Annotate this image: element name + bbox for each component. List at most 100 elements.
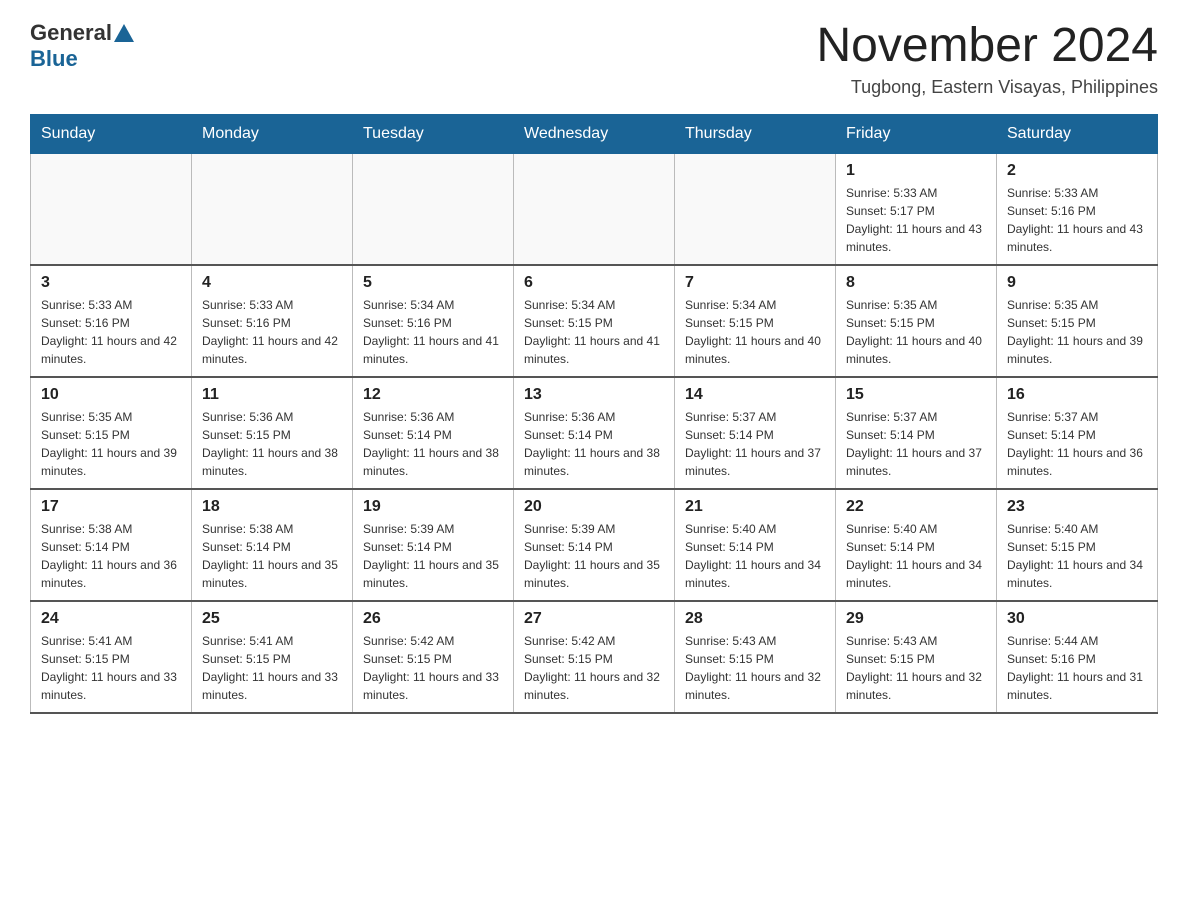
calendar-header-row: SundayMondayTuesdayWednesdayThursdayFrid…	[31, 114, 1158, 153]
page-header: General Blue November 2024 Tugbong, East…	[30, 20, 1158, 98]
calendar-cell: 28 Sunrise: 5:43 AMSunset: 5:15 PMDayligh…	[675, 601, 836, 713]
day-info: Sunrise: 5:33 AMSunset: 5:17 PMDaylight:…	[846, 184, 986, 256]
header-friday: Friday	[836, 114, 997, 153]
day-info: Sunrise: 5:37 AMSunset: 5:14 PMDaylight:…	[685, 408, 825, 480]
calendar-cell: 29 Sunrise: 5:43 AMSunset: 5:15 PMDayligh…	[836, 601, 997, 713]
day-number: 15	[846, 386, 986, 404]
calendar-cell: 15 Sunrise: 5:37 AMSunset: 5:14 PMDayligh…	[836, 377, 997, 489]
calendar-cell	[353, 153, 514, 265]
calendar-cell: 8 Sunrise: 5:35 AMSunset: 5:15 PMDaylight…	[836, 265, 997, 377]
day-number: 16	[1007, 386, 1147, 404]
calendar-cell: 13 Sunrise: 5:36 AMSunset: 5:14 PMDayligh…	[514, 377, 675, 489]
day-number: 21	[685, 498, 825, 516]
day-info: Sunrise: 5:37 AMSunset: 5:14 PMDaylight:…	[1007, 408, 1147, 480]
calendar-cell: 20Sunrise: 5:39 AMSunset: 5:14 PMDayligh…	[514, 489, 675, 601]
title-block: November 2024 Tugbong, Eastern Visayas, …	[816, 20, 1158, 98]
day-info: Sunrise: 5:38 AMSunset: 5:14 PMDaylight:…	[202, 520, 342, 592]
calendar-header: SundayMondayTuesdayWednesdayThursdayFrid…	[31, 114, 1158, 153]
calendar-cell: 30 Sunrise: 5:44 AMSunset: 5:16 PMDayligh…	[997, 601, 1158, 713]
day-number: 23	[1007, 498, 1147, 516]
calendar-cell: 21Sunrise: 5:40 AMSunset: 5:14 PMDayligh…	[675, 489, 836, 601]
day-number: 22	[846, 498, 986, 516]
day-info: Sunrise: 5:42 AMSunset: 5:15 PMDaylight:…	[524, 632, 664, 704]
calendar-cell: 4Sunrise: 5:33 AMSunset: 5:16 PMDaylight…	[192, 265, 353, 377]
day-info: Sunrise: 5:35 AMSunset: 5:15 PMDaylight:…	[1007, 296, 1147, 368]
logo-triangle-icon	[114, 24, 134, 42]
calendar-cell: 7 Sunrise: 5:34 AMSunset: 5:15 PMDaylight…	[675, 265, 836, 377]
calendar-cell: 1 Sunrise: 5:33 AMSunset: 5:17 PMDaylight…	[836, 153, 997, 265]
calendar-cell: 12 Sunrise: 5:36 AMSunset: 5:14 PMDayligh…	[353, 377, 514, 489]
day-info: Sunrise: 5:38 AMSunset: 5:14 PMDaylight:…	[41, 520, 181, 592]
calendar-week-3: 10 Sunrise: 5:35 AMSunset: 5:15 PMDayligh…	[31, 377, 1158, 489]
day-number: 12	[363, 386, 503, 404]
day-number: 5	[363, 274, 503, 292]
day-info: Sunrise: 5:43 AMSunset: 5:15 PMDaylight:…	[846, 632, 986, 704]
day-info: Sunrise: 5:35 AMSunset: 5:15 PMDaylight:…	[846, 296, 986, 368]
calendar-cell: 2 Sunrise: 5:33 AMSunset: 5:16 PMDaylight…	[997, 153, 1158, 265]
calendar-cell: 18 Sunrise: 5:38 AMSunset: 5:14 PMDayligh…	[192, 489, 353, 601]
header-thursday: Thursday	[675, 114, 836, 153]
day-info: Sunrise: 5:36 AMSunset: 5:14 PMDaylight:…	[524, 408, 664, 480]
header-sunday: Sunday	[31, 114, 192, 153]
day-number: 1	[846, 162, 986, 180]
calendar-cell	[514, 153, 675, 265]
day-info: Sunrise: 5:43 AMSunset: 5:15 PMDaylight:…	[685, 632, 825, 704]
calendar-week-4: 17Sunrise: 5:38 AMSunset: 5:14 PMDayligh…	[31, 489, 1158, 601]
calendar-cell: 17Sunrise: 5:38 AMSunset: 5:14 PMDayligh…	[31, 489, 192, 601]
day-number: 4	[202, 274, 342, 292]
day-number: 6	[524, 274, 664, 292]
day-info: Sunrise: 5:36 AMSunset: 5:15 PMDaylight:…	[202, 408, 342, 480]
day-number: 13	[524, 386, 664, 404]
logo-blue-text: Blue	[30, 46, 78, 72]
calendar-cell: 16 Sunrise: 5:37 AMSunset: 5:14 PMDayligh…	[997, 377, 1158, 489]
calendar-body: 1 Sunrise: 5:33 AMSunset: 5:17 PMDaylight…	[31, 153, 1158, 713]
day-info: Sunrise: 5:36 AMSunset: 5:14 PMDaylight:…	[363, 408, 503, 480]
day-info: Sunrise: 5:42 AMSunset: 5:15 PMDaylight:…	[363, 632, 503, 704]
day-number: 29	[846, 610, 986, 628]
calendar-cell: 10 Sunrise: 5:35 AMSunset: 5:15 PMDayligh…	[31, 377, 192, 489]
calendar-cell: 19 Sunrise: 5:39 AMSunset: 5:14 PMDayligh…	[353, 489, 514, 601]
day-info: Sunrise: 5:44 AMSunset: 5:16 PMDaylight:…	[1007, 632, 1147, 704]
logo: General Blue	[30, 20, 134, 72]
page-subtitle: Tugbong, Eastern Visayas, Philippines	[816, 77, 1158, 98]
day-number: 30	[1007, 610, 1147, 628]
day-number: 24	[41, 610, 181, 628]
day-number: 27	[524, 610, 664, 628]
day-number: 11	[202, 386, 342, 404]
calendar-week-2: 3Sunrise: 5:33 AMSunset: 5:16 PMDaylight…	[31, 265, 1158, 377]
day-number: 8	[846, 274, 986, 292]
day-info: Sunrise: 5:33 AMSunset: 5:16 PMDaylight:…	[1007, 184, 1147, 256]
day-number: 25	[202, 610, 342, 628]
day-number: 7	[685, 274, 825, 292]
calendar-cell: 27 Sunrise: 5:42 AMSunset: 5:15 PMDayligh…	[514, 601, 675, 713]
day-number: 3	[41, 274, 181, 292]
day-info: Sunrise: 5:37 AMSunset: 5:14 PMDaylight:…	[846, 408, 986, 480]
day-info: Sunrise: 5:41 AMSunset: 5:15 PMDaylight:…	[41, 632, 181, 704]
day-info: Sunrise: 5:35 AMSunset: 5:15 PMDaylight:…	[41, 408, 181, 480]
day-number: 10	[41, 386, 181, 404]
day-number: 28	[685, 610, 825, 628]
calendar-cell	[192, 153, 353, 265]
header-monday: Monday	[192, 114, 353, 153]
day-number: 2	[1007, 162, 1147, 180]
calendar-cell: 3Sunrise: 5:33 AMSunset: 5:16 PMDaylight…	[31, 265, 192, 377]
day-info: Sunrise: 5:39 AMSunset: 5:14 PMDaylight:…	[524, 520, 664, 592]
day-number: 26	[363, 610, 503, 628]
day-number: 9	[1007, 274, 1147, 292]
calendar-cell: 26 Sunrise: 5:42 AMSunset: 5:15 PMDayligh…	[353, 601, 514, 713]
day-info: Sunrise: 5:40 AMSunset: 5:15 PMDaylight:…	[1007, 520, 1147, 592]
day-info: Sunrise: 5:34 AMSunset: 5:15 PMDaylight:…	[685, 296, 825, 368]
day-number: 14	[685, 386, 825, 404]
day-number: 18	[202, 498, 342, 516]
calendar-cell: 14 Sunrise: 5:37 AMSunset: 5:14 PMDayligh…	[675, 377, 836, 489]
calendar-cell: 9 Sunrise: 5:35 AMSunset: 5:15 PMDaylight…	[997, 265, 1158, 377]
calendar-cell	[31, 153, 192, 265]
calendar-cell: 24 Sunrise: 5:41 AMSunset: 5:15 PMDayligh…	[31, 601, 192, 713]
day-number: 19	[363, 498, 503, 516]
header-wednesday: Wednesday	[514, 114, 675, 153]
calendar-table: SundayMondayTuesdayWednesdayThursdayFrid…	[30, 114, 1158, 714]
calendar-cell	[675, 153, 836, 265]
day-info: Sunrise: 5:39 AMSunset: 5:14 PMDaylight:…	[363, 520, 503, 592]
day-info: Sunrise: 5:40 AMSunset: 5:14 PMDaylight:…	[846, 520, 986, 592]
page-title: November 2024	[816, 20, 1158, 73]
